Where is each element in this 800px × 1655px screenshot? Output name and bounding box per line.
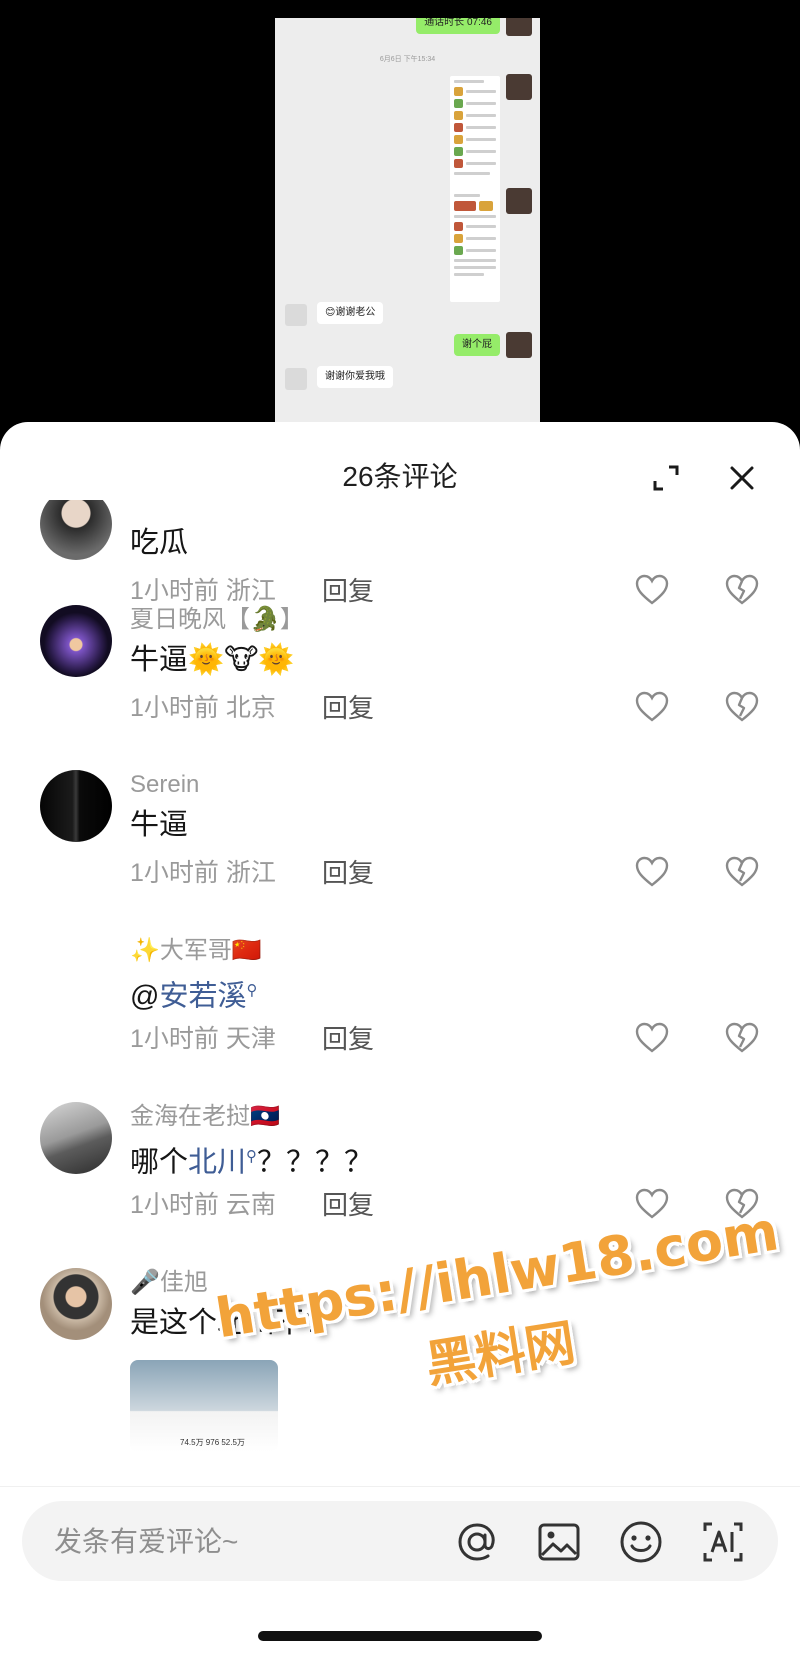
broken-heart-icon[interactable]	[724, 1186, 760, 1222]
user-avatar[interactable]	[40, 1102, 112, 1174]
emoji-icon[interactable]	[618, 1519, 664, 1565]
chat-avatar	[285, 368, 307, 390]
reply-button[interactable]: 回复	[322, 693, 374, 723]
chat-avatar	[506, 74, 532, 100]
chat-avatar	[506, 332, 532, 358]
heart-icon[interactable]	[634, 1020, 670, 1056]
comment-item: 吃瓜 1小时前 浙江 回复	[0, 500, 800, 608]
user-avatar[interactable]	[40, 500, 112, 560]
chat-message: 谢谢你爱我哦	[317, 366, 393, 388]
chat-avatar	[285, 304, 307, 326]
heart-icon[interactable]	[634, 1186, 670, 1222]
chat-message: 😊谢谢老公	[317, 302, 384, 324]
comment-username[interactable]: ✨大军哥🇨🇳	[130, 936, 262, 966]
heart-icon[interactable]	[634, 689, 670, 725]
reply-button[interactable]: 回复	[322, 858, 374, 888]
broken-heart-icon[interactable]	[724, 854, 760, 890]
at-icon[interactable]	[454, 1519, 500, 1565]
video-thumbnail-stats: 74.5万 976 52.5万	[180, 1438, 245, 1447]
close-icon[interactable]	[726, 462, 758, 494]
comment-item: 金海在老挝🇱🇦 哪个北川⚲？？？？ 1小时前 云南 回复	[0, 1102, 800, 1267]
comment-input-bar: 发条有爱评论~	[0, 1486, 800, 1655]
chat-message: 谢个屁	[454, 334, 500, 356]
chat-timestamp: 6月6日 下午15:34	[379, 56, 436, 63]
comment-list[interactable]: 吃瓜 1小时前 浙江 回复 夏日晚风【🐊】 牛逼🌞🐮🌞 1小时前 北京 回复 S…	[0, 500, 800, 1500]
expand-icon[interactable]	[650, 462, 682, 494]
comment-username[interactable]: 🎤佳旭	[130, 1268, 208, 1298]
video-player[interactable]: 通话时长 07:46 6月6日 下午15:34 😊谢谢老公 谢个屁 谢谢你爱我哦	[0, 0, 800, 440]
user-avatar[interactable]	[40, 605, 112, 677]
comment-time: 1小时前 北京	[130, 694, 276, 722]
comment-sheet: 26条评论 吃瓜 1小时前 浙江 回复 夏日晚风【🐊】 牛逼🌞🐮🌞 1小时前 北…	[0, 422, 800, 1654]
comment-username[interactable]: Serein	[130, 770, 199, 800]
chat-avatar	[506, 18, 532, 36]
chat-image-card	[450, 190, 500, 302]
mention-link[interactable]: 安若溪	[159, 981, 246, 1013]
ai-icon[interactable]	[700, 1519, 746, 1565]
search-mark-icon: ⚲	[246, 982, 258, 999]
broken-heart-icon[interactable]	[724, 689, 760, 725]
comment-text: 牛逼🌞🐮🌞	[130, 644, 295, 676]
broken-heart-icon[interactable]	[724, 572, 760, 608]
comment-text: 吃瓜	[130, 527, 189, 559]
video-thumbnail[interactable]: 74.5万 976 52.5万	[130, 1360, 278, 1452]
chat-image-card	[450, 76, 500, 196]
chat-screenshot: 通话时长 07:46 6月6日 下午15:34 😊谢谢老公 谢个屁 谢谢你爱我哦	[275, 18, 540, 428]
image-icon[interactable]	[536, 1519, 582, 1565]
chat-avatar	[506, 188, 532, 214]
comment-item: 🎤佳旭 是这个北川不? 74.5万 976 52.5万	[0, 1268, 800, 1500]
comment-sheet-header: 26条评论	[0, 422, 800, 500]
comment-input-placeholder[interactable]: 发条有爱评论~	[54, 1525, 238, 1559]
comment-item: Serein 牛逼 1小时前 浙江 回复	[0, 770, 800, 935]
mention-link[interactable]: 北川	[188, 1147, 246, 1179]
reply-button[interactable]: 回复	[322, 576, 374, 606]
broken-heart-icon[interactable]	[724, 1020, 760, 1056]
comment-time: 1小时前 天津	[130, 1025, 276, 1053]
chat-bubble-call-duration: 通话时长 07:46	[416, 18, 500, 34]
comment-time: 1小时前 浙江	[130, 859, 276, 887]
user-avatar[interactable]	[40, 770, 112, 842]
comment-username[interactable]: 金海在老挝🇱🇦	[130, 1102, 280, 1132]
home-indicator[interactable]	[258, 1631, 542, 1641]
search-mark-icon: ⚲	[246, 1148, 258, 1165]
reply-button[interactable]: 回复	[322, 1190, 374, 1220]
comment-text: @安若溪⚲	[130, 980, 258, 1013]
comment-text: 牛逼	[130, 809, 189, 841]
heart-icon[interactable]	[634, 854, 670, 890]
comment-username[interactable]: 夏日晚风【🐊】	[130, 605, 304, 635]
comment-time: 1小时前 浙江	[130, 577, 276, 605]
comment-time: 1小时前 云南	[130, 1191, 276, 1219]
comment-text: 哪个北川⚲？？？？	[130, 1146, 374, 1179]
heart-icon[interactable]	[634, 572, 670, 608]
user-avatar[interactable]	[40, 1268, 112, 1340]
comment-item: ✨大军哥🇨🇳 @安若溪⚲ 1小时前 天津 回复	[0, 936, 800, 1101]
reply-button[interactable]: 回复	[322, 1024, 374, 1054]
comment-text: 是这个北川不?	[130, 1307, 321, 1339]
comment-item: 夏日晚风【🐊】 牛逼🌞🐮🌞 1小时前 北京 回复	[0, 605, 800, 770]
